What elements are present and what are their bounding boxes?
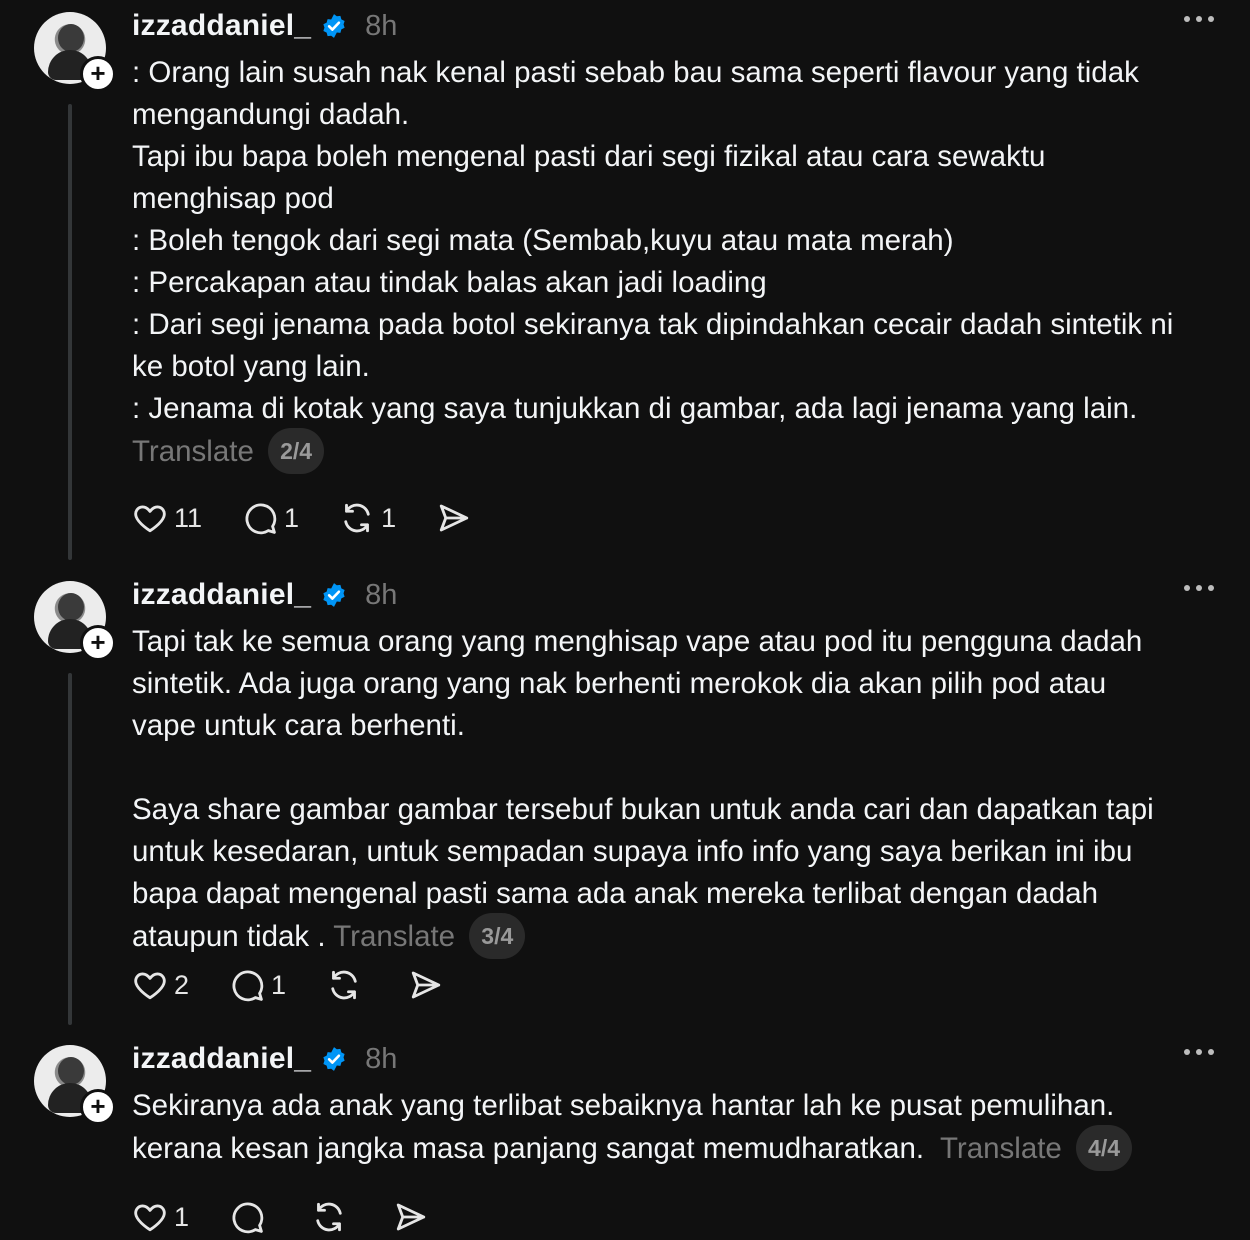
thread-line <box>68 673 72 1025</box>
reply-button[interactable]: 1 <box>229 967 286 1003</box>
like-button[interactable]: 2 <box>132 967 189 1003</box>
like-count: 2 <box>174 969 190 1000</box>
comment-icon <box>232 970 264 1002</box>
translate-link[interactable]: Translate <box>132 435 254 468</box>
username[interactable]: izzaddaniel_ <box>132 578 311 612</box>
comment-icon <box>245 503 277 535</box>
username[interactable]: izzaddaniel_ <box>132 1042 311 1076</box>
avatar-head <box>58 24 84 52</box>
share-button[interactable] <box>408 967 444 1003</box>
translate-link[interactable]: Translate <box>940 1132 1062 1165</box>
thread-line <box>68 104 72 560</box>
reply-count: 1 <box>271 969 287 1000</box>
post-actions: 11 1 1 <box>132 500 512 536</box>
share-button[interactable] <box>393 1199 429 1235</box>
reply-count: 1 <box>284 502 300 533</box>
post-actions: 2 1 <box>132 967 484 1003</box>
verified-badge-icon <box>323 14 345 38</box>
share-button[interactable] <box>436 500 472 536</box>
post-body: Sekiranya ada anak yang terlibat sebaikn… <box>132 1085 1222 1173</box>
post-time: 8h <box>365 578 398 611</box>
heart-icon <box>134 505 166 533</box>
thread-post: + izzaddaniel_ 8h Sekiranya ada anak yan… <box>0 1033 1250 1240</box>
send-icon <box>411 971 441 999</box>
send-icon <box>396 1203 426 1231</box>
repost-button[interactable] <box>326 967 368 1003</box>
like-button[interactable]: 1 <box>132 1199 189 1235</box>
follow-plus-icon[interactable]: + <box>80 625 116 661</box>
more-options-icon[interactable] <box>1184 16 1214 22</box>
more-options-icon[interactable] <box>1184 585 1214 591</box>
thread-post: + izzaddaniel_ 8h : Orang lain susah nak… <box>0 0 1250 560</box>
like-button[interactable]: 11 <box>132 500 202 536</box>
username[interactable]: izzaddaniel_ <box>132 9 311 43</box>
repost-icon <box>344 503 370 533</box>
thread-pager: 4/4 <box>1076 1125 1133 1171</box>
repost-icon <box>316 1202 342 1232</box>
reply-button[interactable]: 1 <box>242 500 299 536</box>
post-body: : Orang lain susah nak kenal pasti sebab… <box>132 52 1222 476</box>
post-body: Tapi tak ke semua orang yang menghisap v… <box>132 621 1222 961</box>
avatar-head <box>58 1057 84 1085</box>
avatar-head <box>58 593 84 621</box>
like-count: 1 <box>174 1201 190 1232</box>
follow-plus-icon[interactable]: + <box>80 1089 116 1125</box>
post-text: Tapi tak ke semua orang yang menghisap v… <box>132 625 1154 953</box>
post-actions: 1 <box>132 1199 469 1235</box>
more-options-icon[interactable] <box>1184 1049 1214 1055</box>
comment-icon <box>232 1202 264 1234</box>
repost-button[interactable] <box>311 1199 353 1235</box>
repost-button[interactable]: 1 <box>339 500 396 536</box>
send-icon <box>439 504 469 532</box>
post-header: izzaddaniel_ 8h <box>132 1039 397 1079</box>
post-header: izzaddaniel_ 8h <box>132 6 397 46</box>
post-header: izzaddaniel_ 8h <box>132 575 397 615</box>
heart-icon <box>134 972 166 1000</box>
post-text: : Orang lain susah nak kenal pasti sebab… <box>132 56 1174 425</box>
thread-post: + izzaddaniel_ 8h Tapi tak ke semua oran… <box>0 569 1250 1029</box>
verified-badge-icon <box>323 1047 345 1071</box>
follow-plus-icon[interactable]: + <box>80 56 116 92</box>
verified-badge-icon <box>323 583 345 607</box>
like-count: 11 <box>174 502 203 533</box>
post-time: 8h <box>365 9 398 42</box>
reply-button[interactable] <box>229 1199 271 1235</box>
translate-link[interactable]: Translate <box>333 920 455 953</box>
heart-icon <box>134 1204 166 1232</box>
thread-pager: 2/4 <box>268 428 325 474</box>
repost-icon <box>331 970 357 1000</box>
repost-count: 1 <box>381 502 397 533</box>
thread-pager: 3/4 <box>469 913 526 959</box>
post-time: 8h <box>365 1042 398 1075</box>
